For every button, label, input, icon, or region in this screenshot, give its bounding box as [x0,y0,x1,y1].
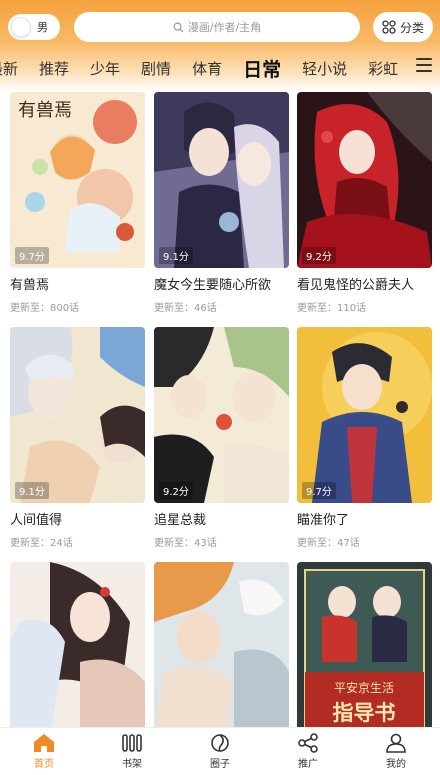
comic-card[interactable]: 9.1分 人间值得 更新至：24话 [10,327,145,549]
tab-recommend[interactable]: 推荐 [39,58,69,79]
nav-home[interactable]: 首页 [0,728,88,775]
cover-art-duchess [297,92,432,268]
nav-circle[interactable]: 圈子 [176,728,264,775]
category-label: 分类 [399,20,424,35]
svg-text:指导书: 指导书 [333,701,396,725]
profile-icon [386,733,406,753]
comic-update: 更新至：46话 [154,303,217,314]
gender-toggle-label: 男 [37,21,48,34]
category-tabs: 最新 推荐 少年 剧情 体育 日常 轻小说 彩虹 [0,50,410,86]
comic-cover[interactable] [154,562,289,738]
svg-text:平安京生活: 平安京生活 [334,680,394,695]
comic-cover[interactable]: 9.1分 [154,92,289,268]
comic-card[interactable]: 平安京生活 指导书 [297,562,432,738]
header: 男 漫画/作者/主角 分类 最新 推荐 少年 剧情 体育 日常 轻小说 彩虹 [0,0,440,92]
nav-circle-label: 圈子 [210,759,230,770]
comic-title[interactable]: 人间值得 [10,509,145,528]
nav-share-label: 推广 [298,759,318,770]
nav-bookshelf[interactable]: 书架 [88,728,176,775]
tab-drama[interactable]: 剧情 [141,58,171,79]
tab-latest[interactable]: 最新 [0,58,18,79]
nav-bookshelf-label: 书架 [122,759,142,770]
cover-art-renjian [10,327,145,503]
score-badge: 9.7分 [302,482,336,499]
nav-profile[interactable]: 我的 [352,728,440,775]
comic-card[interactable]: 9.1分 魔女今生要随心所欲 更新至：46话 [154,92,289,314]
tab-shounen[interactable]: 少年 [90,58,120,79]
home-icon [34,734,54,752]
category-button[interactable]: 分类 [373,12,433,42]
comic-update: 更新至：110话 [297,303,367,314]
tab-rainbow[interactable]: 彩虹 [368,58,398,79]
nav-home-label: 首页 [34,759,54,770]
score-badge: 9.2分 [302,247,336,264]
bookshelf-icon [122,734,142,752]
cover-art-witch [154,92,289,268]
category-icon [382,20,396,34]
score-badge: 9.1分 [159,247,193,264]
comic-update: 更新至：47话 [297,538,360,549]
tab-sports[interactable]: 体育 [192,58,222,79]
tab-daily[interactable]: 日常 [243,55,281,82]
comic-card[interactable] [154,562,289,738]
score-badge: 9.7分 [15,247,49,264]
comic-update: 更新至：24话 [10,538,73,549]
comic-title[interactable]: 瞄准你了 [297,509,432,528]
svg-text:有兽焉: 有兽焉 [18,100,72,120]
comic-card[interactable]: 9.2分 看见鬼怪的公爵夫人 更新至：110话 [297,92,432,314]
comic-title[interactable]: 有兽焉 [10,274,145,293]
circle-icon [211,734,229,752]
score-badge: 9.1分 [15,482,49,499]
search-icon [173,22,184,33]
nav-profile-label: 我的 [386,759,406,770]
cover-art-row3-b [154,562,289,738]
comic-update: 更新至：43话 [154,538,217,549]
nav-share[interactable]: 推广 [264,728,352,775]
comic-cover[interactable]: 有兽焉 9.7分 [10,92,145,268]
cover-art-youshouyan: 有兽焉 [10,92,145,268]
comic-card[interactable]: 9.2分 追星总裁 更新至：43话 [154,327,289,549]
score-badge: 9.2分 [159,482,193,499]
toggle-knob [11,17,31,37]
cover-art-aim [297,327,432,503]
comic-title[interactable]: 追星总裁 [154,509,289,528]
comic-update: 更新至：800话 [10,303,80,314]
comic-cover[interactable] [10,562,145,738]
search-placeholder: 漫画/作者/主角 [187,21,262,34]
comic-title[interactable]: 魔女今生要随心所欲 [154,274,289,293]
comic-title[interactable]: 看见鬼怪的公爵夫人 [297,274,432,293]
comic-card[interactable]: 9.7分 瞄准你了 更新至：47话 [297,327,432,549]
bottom-nav: 首页 书架 圈子 推广 我的 [0,727,440,775]
comic-cover[interactable]: 9.2分 [297,92,432,268]
comic-cover[interactable]: 9.2分 [154,327,289,503]
menu-icon[interactable] [416,58,432,72]
cover-art-heian: 平安京生活 指导书 [297,562,432,738]
search-input[interactable]: 漫画/作者/主角 [74,12,360,42]
tab-light-novel[interactable]: 轻小说 [302,58,347,79]
comic-cover[interactable]: 9.7分 [297,327,432,503]
comic-cover[interactable]: 平安京生活 指导书 [297,562,432,738]
cover-art-row3-a [10,562,145,738]
comic-card[interactable] [10,562,145,738]
comic-cover[interactable]: 9.1分 [10,327,145,503]
share-icon [298,733,318,753]
cover-art-zhuixing [154,327,289,503]
gender-toggle[interactable]: 男 [8,14,60,40]
comic-card[interactable]: 有兽焉 9.7分 有兽焉 更新至：800话 [10,92,145,314]
